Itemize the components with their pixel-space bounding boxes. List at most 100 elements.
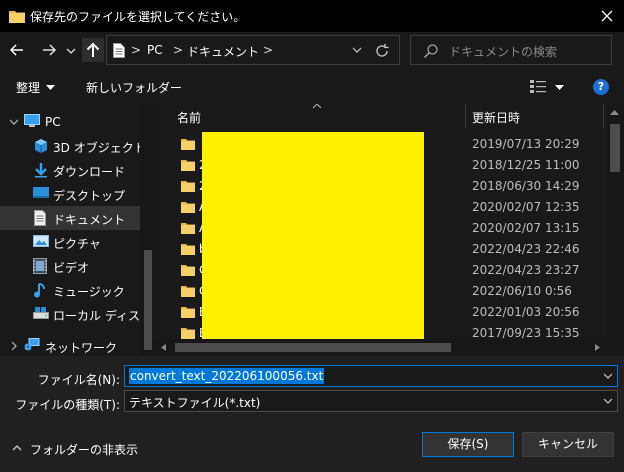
folder-icon [181,327,195,339]
help-button[interactable]: ? [593,79,609,95]
file-date: 2022/01/03 20:56 [472,305,580,319]
navigation-pane: PC 3D オブジェクト ダウンロード デスクトップ ドキュメント ピクチャ ビ… [0,104,155,356]
chevron-down-icon[interactable] [603,373,613,379]
filetype-value: テキストファイル(*.txt) [129,396,261,410]
search-icon [423,43,439,59]
breadcrumb-pc[interactable]: PC [147,43,163,57]
breadcrumb-documents[interactable]: ドキュメント [187,43,259,60]
nav-item-desktop[interactable]: デスクトップ [0,182,140,206]
nav-item-3d-objects[interactable]: 3D オブジェクト [0,134,146,158]
address-bar[interactable]: > PC > ドキュメント > [106,35,400,65]
nav-item-videos[interactable]: ビデオ [0,254,140,278]
nav-item-label: ミュージック [53,285,125,299]
network-icon [24,338,40,352]
chevron-right-icon[interactable] [10,342,18,350]
scroll-left-icon[interactable] [161,344,166,351]
column-divider[interactable] [603,104,604,128]
save-options-panel: ファイル名(N): convert_text_202206100056.txt … [0,356,624,472]
folder-icon [181,243,195,255]
file-date: 2022/04/23 22:46 [472,242,580,256]
redaction-overlay [202,132,424,344]
nav-pane-scrollbar-thumb[interactable] [144,250,152,350]
hide-folders-label: フォルダーの非表示 [30,443,139,457]
column-name[interactable]: 名前 [177,109,201,126]
vertical-scrollbar-thumb[interactable] [610,124,620,172]
chevron-down-icon[interactable] [603,398,613,404]
recent-locations-button[interactable] [64,39,78,61]
file-list: 名前 更新日時 2019/07/13 20:29 22018/12/25 11:… [155,104,624,356]
chevron-down-icon[interactable] [10,118,18,126]
nav-item-pictures[interactable]: ピクチャ [0,230,140,254]
music-icon [33,282,47,298]
file-date: 2019/07/13 20:29 [472,137,580,151]
file-date: 2018/06/30 14:29 [472,179,580,193]
nav-item-downloads[interactable]: ダウンロード [0,158,140,182]
local-disk-icon [33,306,49,320]
up-button[interactable] [82,38,104,62]
caret-down-icon[interactable] [555,85,564,90]
file-date: 2020/02/07 13:15 [472,221,580,235]
new-folder-button[interactable]: 新しいフォルダー [86,79,182,96]
arrow-right-icon [43,44,57,56]
search-box[interactable]: ドキュメントの検索 [410,35,612,65]
nav-item-label: PC [45,115,61,129]
column-header: 名前 更新日時 [155,104,607,128]
folder-icon [181,180,195,192]
chevron-down-icon [352,47,362,53]
file-date: 2017/09/23 15:35 [472,326,580,340]
nav-item-label: ドキュメント [53,213,126,227]
column-date-modified[interactable]: 更新日時 [472,109,520,126]
nav-item-label: ネットワーク [45,341,118,355]
file-date: 2022/06/10 0:56 [472,284,572,298]
folder-icon [181,201,195,213]
file-date: 2022/04/23 23:27 [472,263,580,277]
refresh-icon [376,44,389,57]
document-icon [33,210,47,226]
forward-button[interactable] [38,39,60,61]
caret-down-icon[interactable] [46,85,55,90]
folder-icon [9,9,25,23]
title-bar: 保存先のファイルを選択してください。 [0,0,624,32]
cancel-button[interactable]: キャンセル [522,432,614,457]
organize-button[interactable]: 整理 [16,79,40,96]
nav-item-documents[interactable]: ドキュメント [0,206,140,230]
horizontal-scrollbar[interactable] [155,339,607,356]
filename-input[interactable]: convert_text_202206100056.txt [124,365,618,387]
filename-value[interactable]: convert_text_202206100056.txt [129,368,325,384]
download-icon [33,162,49,178]
chevron-up-icon [12,445,22,451]
search-input[interactable]: ドキュメントの検索 [449,43,557,60]
nav-item-music[interactable]: ミュージック [0,278,140,302]
folder-icon [181,222,195,234]
back-button[interactable] [6,39,28,61]
filetype-select[interactable]: テキストファイル(*.txt) [124,390,618,412]
address-history-dropdown[interactable] [352,46,362,54]
folder-icon [181,306,195,318]
filename-label: ファイル名(N): [37,373,120,387]
close-button[interactable] [590,2,624,30]
desktop-icon [33,186,49,200]
view-options-icon[interactable] [530,80,546,94]
nav-item-label: デスクトップ [53,189,126,203]
chevron-down-icon [66,48,76,54]
scroll-up-icon[interactable] [610,110,619,115]
filetype-label: ファイルの種類(T): [15,398,120,412]
nav-item-label: 3D オブジェクト [53,141,146,155]
refresh-button[interactable] [374,43,390,59]
folder-icon [181,138,195,150]
nav-item-network[interactable]: ネットワーク [0,334,140,356]
breadcrumb-separator: > [263,43,274,57]
horizontal-scrollbar-thumb[interactable] [175,343,451,352]
nav-item-label: ダウンロード [53,165,126,179]
nav-item-pc[interactable]: PC [0,110,140,134]
pc-icon [24,114,40,128]
breadcrumb: > PC > ドキュメント > [107,43,347,59]
folder-icon [181,264,195,276]
nav-item-local-disk[interactable]: ローカル ディスク (C [0,302,155,326]
command-toolbar: 整理 新しいフォルダー ? [0,68,624,104]
video-icon [33,258,47,274]
scroll-right-icon[interactable] [595,344,600,351]
file-date: 2020/02/07 12:35 [472,200,580,214]
column-divider[interactable] [465,104,466,128]
save-button[interactable]: 保存(S) [422,432,514,457]
